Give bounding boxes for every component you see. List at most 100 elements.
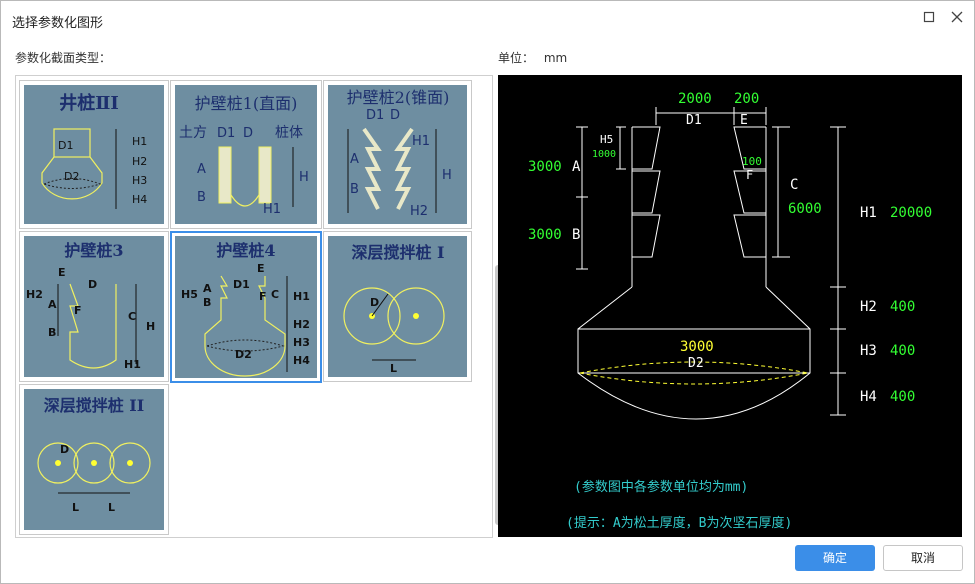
dim-label: H bbox=[299, 170, 309, 185]
dim-label: H2 bbox=[26, 288, 43, 301]
dim-label: H2 bbox=[293, 318, 310, 331]
dim-label: A bbox=[48, 298, 57, 311]
dim-label: H1 bbox=[412, 134, 430, 149]
ok-button[interactable]: 确定 bbox=[795, 545, 875, 571]
note-hint: (提示：A为松土厚度，B为次坚石厚度) bbox=[566, 515, 792, 531]
cancel-button[interactable]: 取消 bbox=[883, 545, 963, 571]
title-bar: 选择参数化图形 bbox=[1, 1, 974, 39]
thumb-title: 深层搅拌桩 I bbox=[351, 243, 444, 262]
dim-value: 400 bbox=[890, 389, 915, 405]
dim-label: D bbox=[390, 108, 400, 123]
dim-label: B bbox=[203, 296, 211, 309]
dim-label: F bbox=[259, 290, 267, 303]
dim-label: H2 bbox=[410, 204, 428, 219]
dim-value: 6000 bbox=[788, 201, 822, 217]
dim-label: H1 bbox=[132, 135, 147, 148]
dim-label: D bbox=[88, 278, 97, 291]
dim-label: B bbox=[48, 326, 56, 339]
dim-value: 3000 bbox=[528, 159, 562, 175]
dim-label: H5 bbox=[181, 288, 198, 301]
dim-label: H bbox=[442, 168, 452, 183]
thumb-retaining-pile-2[interactable]: 护壁桩2(锥面) D1 D A B H1 H H2 bbox=[323, 80, 472, 229]
dim-label: H3 bbox=[293, 336, 310, 349]
thumb-title: 护壁桩1(直面) bbox=[195, 94, 298, 113]
dim-value: 200 bbox=[734, 91, 759, 107]
unit-caption: 单位： bbox=[498, 51, 535, 65]
dim-label: H bbox=[146, 320, 155, 333]
thumb-title: 护壁桩3 bbox=[64, 241, 123, 260]
dim-label: A bbox=[197, 162, 206, 177]
dim-label: H5 bbox=[600, 133, 613, 146]
thumb-well-pile[interactable]: 井桩ⅡI D1 D2 H1 H2 H3 H4 bbox=[19, 80, 169, 229]
dim-label: A bbox=[203, 282, 212, 295]
thumb-title: 护壁桩2(锥面) bbox=[347, 88, 450, 107]
thumb-retaining-pile-4[interactable]: 护壁桩4 E D1 H5 A B F C H1 H2 H3 D2 H4 bbox=[170, 231, 322, 383]
thumb-deep-mixing-pile-2[interactable]: 深层搅拌桩 II D L L bbox=[19, 384, 169, 535]
dim-label: B bbox=[197, 190, 206, 205]
dialog-window: 选择参数化图形 参数化截面类型： 单位： mm 井桩ⅡI D1 D2 H1 H2… bbox=[0, 0, 975, 584]
dim-label: L bbox=[390, 362, 397, 375]
dim-label: H1 bbox=[124, 358, 141, 371]
dim-value: 3000 bbox=[528, 227, 562, 243]
dim-label: D bbox=[60, 443, 69, 456]
thumb-deep-mixing-pile-1[interactable]: 深层搅拌桩 I D L bbox=[323, 231, 472, 382]
dim-label: C bbox=[790, 177, 798, 193]
dim-label: L bbox=[108, 501, 115, 514]
dim-label: L bbox=[72, 501, 79, 514]
dim-label: H4 bbox=[132, 193, 147, 206]
maximize-icon[interactable] bbox=[921, 11, 937, 27]
note-units: (参数图中各参数单位均为mm) bbox=[574, 479, 748, 495]
dialog-title: 选择参数化图形 bbox=[12, 16, 104, 31]
dim-label: H3 bbox=[132, 174, 147, 187]
dim-label: 土方 bbox=[179, 125, 207, 141]
dim-value: 20000 bbox=[890, 205, 932, 221]
dim-value: 1000 bbox=[592, 149, 616, 160]
dim-label: 桩体 bbox=[275, 124, 303, 141]
dim-value: 100 bbox=[742, 155, 762, 168]
dim-value: 400 bbox=[890, 299, 915, 315]
dim-label: D1 bbox=[366, 108, 384, 123]
dim-label: C bbox=[128, 310, 136, 323]
thumb-title: 护壁桩4 bbox=[216, 241, 275, 260]
dim-label: H2 bbox=[132, 155, 147, 168]
dim-label: H4 bbox=[293, 354, 310, 367]
unit-label: 单位： mm bbox=[498, 49, 567, 66]
close-icon[interactable] bbox=[949, 11, 965, 27]
dim-label: F bbox=[74, 304, 82, 317]
dim-label: D1 bbox=[217, 126, 235, 141]
dim-label: A bbox=[350, 152, 359, 167]
section-type-label: 参数化截面类型： bbox=[15, 51, 112, 65]
dim-label: F bbox=[746, 168, 753, 182]
dim-label: H1 bbox=[293, 290, 310, 303]
dim-label: D1 bbox=[686, 113, 702, 128]
dim-value: 3000 bbox=[680, 339, 714, 355]
dim-label: H1 bbox=[263, 202, 281, 217]
thumb-retaining-pile-3[interactable]: 护壁桩3 E D H2 A F B C H H1 bbox=[19, 231, 169, 382]
dim-value: 2000 bbox=[678, 91, 712, 107]
dim-label: C bbox=[271, 288, 279, 301]
dim-label: E bbox=[740, 113, 748, 128]
dim-label: H3 bbox=[860, 343, 877, 359]
dim-label: D bbox=[370, 296, 379, 309]
dim-label: B bbox=[350, 182, 359, 197]
thumb-title: 深层搅拌桩 II bbox=[44, 396, 145, 415]
dim-label: D bbox=[243, 126, 253, 141]
thumb-title: 井桩ⅡI bbox=[59, 92, 119, 114]
dim-label: H2 bbox=[860, 299, 877, 315]
dim-label: A bbox=[572, 159, 581, 175]
preview-panel: 2000 200 D1 E 3000 A 3000 B H5 1000 100 … bbox=[498, 75, 962, 537]
thumb-retaining-pile-1[interactable]: 护壁桩1(直面) 土方 D1 D 桩体 A B H H1 bbox=[170, 80, 322, 229]
dim-label: D2 bbox=[64, 170, 79, 183]
unit-value: mm bbox=[543, 51, 568, 65]
dim-value: 400 bbox=[890, 343, 915, 359]
dim-label: H4 bbox=[860, 389, 877, 405]
dim-label: D2 bbox=[688, 356, 704, 371]
dim-label: D1 bbox=[58, 139, 73, 152]
section-type-grid: 井桩ⅡI D1 D2 H1 H2 H3 H4 护壁桩1(直面) 土方 D1 D … bbox=[15, 75, 501, 538]
dim-label: E bbox=[58, 266, 66, 279]
dim-label: H1 bbox=[860, 205, 877, 221]
dim-label: E bbox=[257, 262, 265, 275]
dim-label: D1 bbox=[233, 278, 250, 291]
dim-label: B bbox=[572, 227, 580, 243]
dim-label: D2 bbox=[235, 348, 252, 361]
